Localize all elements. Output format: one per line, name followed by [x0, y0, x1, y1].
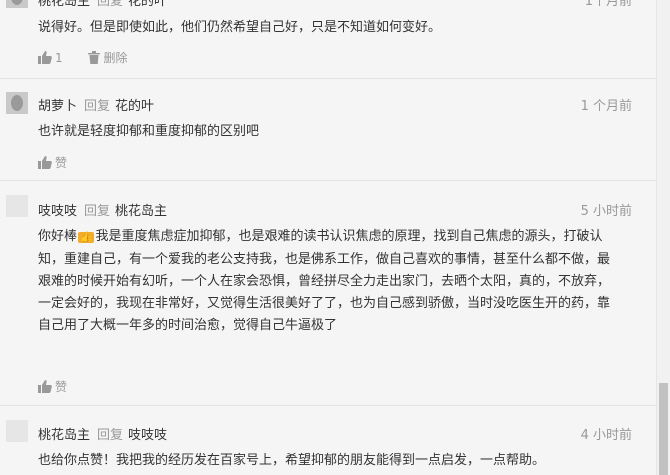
- thumbs-up-emoji: 👍: [78, 232, 95, 243]
- like-count: 1: [55, 51, 63, 65]
- thumbs-up-icon: [38, 51, 52, 64]
- comment-item: 吱吱吱 回复 桃花岛主 5 小时前 你好棒 👍 我是重度焦虑症加抑郁，也是艰难的读书认识…: [0, 181, 656, 401]
- comment-header: 桃花岛主 回复 吱吱吱: [38, 424, 167, 443]
- comment-content: 你好棒 👍 我是重度焦虑症加抑郁，也是艰难的读书认识焦虑的原理，找到自己焦虑的源头，…: [38, 226, 616, 337]
- reply-label: 回复: [97, 0, 124, 9]
- avatar[interactable]: [6, 420, 28, 442]
- avatar[interactable]: [6, 195, 28, 217]
- comment-content: 也给你点赞！我把我的经历发在百家号上，希望抑郁的朋友能得到一点启发，一点帮助。: [38, 453, 546, 468]
- comment-actions: 1 删除: [38, 49, 127, 66]
- reply-target[interactable]: 花的叶: [115, 99, 154, 114]
- comment-item: 桃花岛主 回复 花的叶 1个月前 说得好。但是即使如此，他们仍然希望自己好，只是不知…: [0, 0, 656, 78]
- comment-actions: 赞: [38, 378, 67, 395]
- reply-target[interactable]: 花的叶: [128, 0, 167, 9]
- reply-label: 回复: [84, 204, 111, 219]
- like-button[interactable]: 赞: [38, 380, 67, 394]
- comment-time: 1个月前: [584, 0, 632, 9]
- comment-actions: 赞: [38, 154, 67, 171]
- like-button[interactable]: 1: [38, 51, 66, 65]
- trash-icon: [88, 51, 101, 64]
- reply-target[interactable]: 桃花岛主: [115, 204, 167, 219]
- scrollbar[interactable]: [656, 0, 670, 475]
- comment-header: 吱吱吱 回复 桃花岛主: [38, 200, 167, 219]
- avatar[interactable]: [6, 92, 28, 114]
- comment-content: 也许就是轻度抑郁和重度抑郁的区别吧: [38, 124, 260, 139]
- comment-time: 5 小时前: [580, 204, 632, 219]
- comment-item: 胡萝卜 回复 花的叶 1 个月前 也许就是轻度抑郁和重度抑郁的区别吧 赞: [0, 79, 656, 179]
- reply-label: 回复: [97, 428, 124, 443]
- delete-button[interactable]: 删除: [88, 51, 127, 65]
- comment-time: 1 个月前: [580, 99, 632, 114]
- comment-author[interactable]: 胡萝卜: [38, 99, 77, 114]
- content-text-after: 我是重度焦虑症加抑郁，也是艰难的读书认识焦虑的原理，找到自己焦虑的源头，打破认知…: [38, 229, 611, 333]
- comment-item: 桃花岛主 回复 吱吱吱 4 小时前 也给你点赞！我把我的经历发在百家号上，希望抑郁的…: [0, 406, 656, 475]
- comment-header: 胡萝卜 回复 花的叶: [38, 95, 154, 114]
- reply-label: 回复: [84, 99, 111, 114]
- thumbs-up-icon: [38, 380, 52, 393]
- like-label: 赞: [55, 380, 68, 394]
- comment-content: 说得好。但是即使如此，他们仍然希望自己好，只是不知道如何变好。: [38, 20, 442, 35]
- reply-target[interactable]: 吱吱吱: [128, 428, 167, 443]
- scrollbar-thumb[interactable]: [659, 383, 668, 475]
- like-label: 赞: [55, 156, 68, 170]
- content-text-before: 你好棒: [38, 229, 78, 244]
- comment-author[interactable]: 桃花岛主: [38, 0, 90, 9]
- avatar[interactable]: [6, 0, 28, 8]
- comment-author[interactable]: 吱吱吱: [38, 204, 77, 219]
- comment-author[interactable]: 桃花岛主: [38, 428, 90, 443]
- delete-label: 删除: [103, 51, 128, 65]
- comment-list: 桃花岛主 回复 花的叶 1个月前 说得好。但是即使如此，他们仍然希望自己好，只是不知…: [0, 0, 656, 475]
- thumbs-up-icon: [38, 156, 52, 169]
- comment-header: 桃花岛主 回复 花的叶: [38, 0, 167, 9]
- comment-time: 4 小时前: [580, 428, 632, 443]
- like-button[interactable]: 赞: [38, 156, 67, 170]
